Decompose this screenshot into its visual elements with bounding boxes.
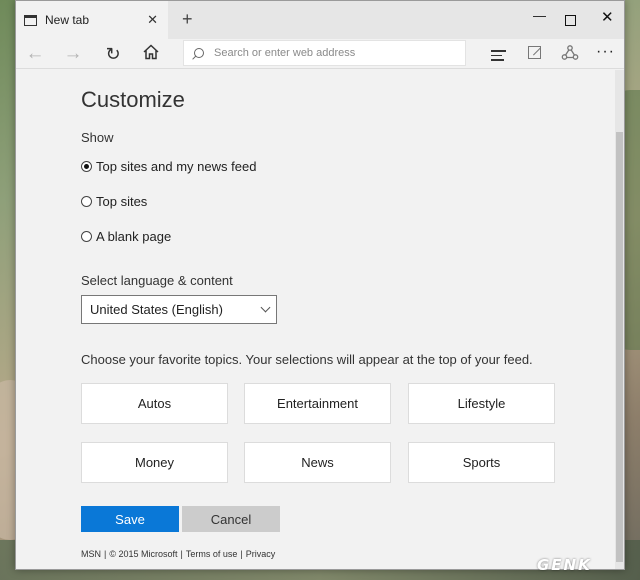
back-arrow-icon[interactable]: ← — [22, 43, 48, 65]
watermark-logo: GENK — [537, 556, 592, 574]
topic-money[interactable]: Money — [81, 442, 228, 483]
chevron-down-icon — [260, 302, 271, 313]
topic-sports[interactable]: Sports — [408, 442, 555, 483]
maximize-button[interactable] — [565, 15, 576, 26]
radio-button[interactable] — [81, 231, 92, 242]
topic-entertainment[interactable]: Entertainment — [244, 383, 391, 424]
vertical-scrollbar[interactable] — [615, 70, 624, 569]
address-placeholder: Search or enter web address — [214, 47, 356, 59]
footer-msn: MSN — [81, 549, 101, 559]
save-button[interactable]: Save — [81, 506, 179, 532]
footer: MSN | © 2015 Microsoft | Terms of use | … — [81, 549, 278, 559]
minimize-button[interactable]: — — [533, 8, 546, 24]
radio-button-checked[interactable] — [81, 161, 92, 172]
topics-label: Choose your favorite topics. Your select… — [81, 352, 533, 367]
share-icon[interactable] — [561, 44, 579, 62]
radio-label: Top sites — [96, 194, 148, 209]
address-bar[interactable]: Search or enter web address — [183, 40, 466, 66]
hub-icon[interactable] — [491, 50, 506, 64]
tab-close-icon[interactable]: ✕ — [147, 13, 158, 26]
customize-page: Customize Show Top sites and my news fee… — [16, 70, 616, 569]
search-icon — [194, 48, 204, 58]
tab-title: New tab — [45, 13, 90, 27]
show-label: Show — [81, 130, 114, 145]
browser-toolbar: ← → ↻ Search or enter web address ··· — [16, 39, 624, 69]
tab-new-tab[interactable]: New tab ✕ — [16, 1, 168, 39]
terms-link[interactable]: Terms of use — [186, 549, 238, 559]
close-window-button[interactable]: ✕ — [601, 10, 614, 26]
page-title: Customize — [81, 87, 185, 112]
title-bar: New tab ✕ + — ✕ — [16, 1, 624, 39]
cancel-button[interactable]: Cancel — [182, 506, 280, 532]
radio-button[interactable] — [81, 196, 92, 207]
new-tab-plus-icon[interactable]: + — [182, 9, 193, 29]
web-note-icon[interactable] — [528, 46, 541, 59]
browser-window: New tab ✕ + — ✕ ← → ↻ Search or enter we… — [15, 0, 625, 570]
footer-copyright: © 2015 Microsoft — [109, 549, 178, 559]
radio-label: A blank page — [96, 229, 172, 244]
footer-separator: | — [104, 549, 107, 559]
topic-lifestyle[interactable]: Lifestyle — [408, 383, 555, 424]
language-select[interactable]: United States (English) — [81, 295, 277, 324]
footer-separator: | — [180, 549, 183, 559]
more-options-icon[interactable]: ··· — [596, 44, 615, 60]
forward-arrow-icon[interactable]: → — [60, 43, 86, 65]
language-select-value: United States (English) — [90, 302, 223, 317]
radio-label: Top sites and my news feed — [96, 159, 257, 174]
refresh-icon[interactable]: ↻ — [100, 43, 126, 65]
privacy-link[interactable]: Privacy — [246, 549, 276, 559]
home-icon[interactable] — [138, 43, 164, 65]
topic-news[interactable]: News — [244, 442, 391, 483]
radio-blank-page[interactable]: A blank page — [81, 229, 171, 244]
scrollbar-thumb[interactable] — [616, 132, 623, 562]
radio-top-sites-and-news[interactable]: Top sites and my news feed — [81, 159, 256, 174]
tab-page-icon — [24, 14, 37, 26]
footer-separator: | — [240, 549, 243, 559]
radio-top-sites[interactable]: Top sites — [81, 194, 147, 209]
topic-autos[interactable]: Autos — [81, 383, 228, 424]
language-label: Select language & content — [81, 273, 233, 288]
